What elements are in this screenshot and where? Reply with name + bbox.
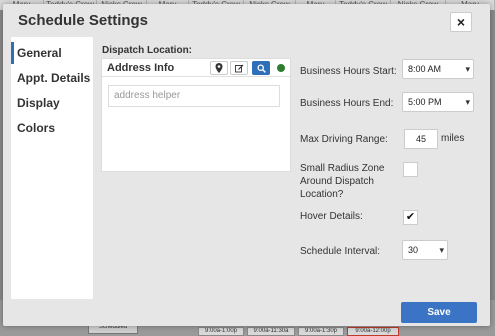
settings-sidebar: General Appt. Details Display Colors (11, 37, 93, 299)
dispatch-location-label: Dispatch Location: (102, 45, 193, 56)
schedule-settings-dialog: Schedule Settings × General Appt. Detail… (3, 4, 490, 326)
address-info-header: Address Info (102, 59, 290, 77)
address-helper-input[interactable]: address helper (108, 85, 280, 107)
map-pin-button[interactable] (210, 61, 228, 75)
business-hours-end-select[interactable]: 5:00 PM ▾ (402, 92, 474, 112)
business-hours-end-label: Business Hours End: (300, 98, 394, 109)
business-hours-end-value: 5:00 PM (408, 97, 442, 107)
max-driving-range-input[interactable]: 45 (404, 129, 438, 149)
schedule-interval-select[interactable]: 30 ▾ (402, 240, 448, 260)
edit-address-button[interactable] (230, 61, 248, 75)
sidebar-item-display[interactable]: Display (11, 92, 93, 114)
checkmark-icon: ✔ (405, 211, 416, 223)
business-hours-start-select[interactable]: 8:00 AM ▾ (402, 59, 474, 79)
sidebar-item-general[interactable]: General (11, 42, 93, 64)
map-pin-icon (215, 63, 223, 73)
chevron-down-icon: ▾ (439, 245, 444, 255)
dialog-title: Schedule Settings (18, 12, 149, 29)
chevron-down-icon: ▾ (465, 64, 470, 74)
calendar-slot[interactable]: 9:00a-1:30p (298, 327, 344, 336)
schedule-interval-label: Schedule Interval: (300, 246, 381, 257)
save-button[interactable]: Save (401, 302, 477, 323)
hover-details-label: Hover Details: (300, 211, 363, 222)
chevron-down-icon: ▾ (465, 97, 470, 107)
hover-details-checkbox[interactable]: ✔ (403, 210, 418, 225)
max-driving-range-label: Max Driving Range: (300, 134, 388, 145)
sidebar-item-colors[interactable]: Colors (11, 117, 93, 139)
schedule-interval-value: 30 (408, 245, 419, 255)
small-radius-zone-label: Small Radius Zone Around Dispatch Locati… (300, 163, 385, 200)
address-info-panel: Address Info address helper (101, 58, 291, 172)
calendar-slot[interactable]: 9:00a-11:30a (247, 327, 295, 336)
search-address-button[interactable] (252, 61, 270, 75)
calendar-slot[interactable]: 9:00a-12:00p (347, 327, 399, 336)
close-button[interactable]: × (450, 12, 472, 32)
sidebar-item-appt-details[interactable]: Appt. Details (11, 67, 93, 89)
dialog-header: Schedule Settings × (3, 4, 490, 36)
location-status-indicator (277, 64, 285, 72)
address-info-title: Address Info (107, 62, 175, 74)
max-driving-range-unit: miles (441, 133, 465, 144)
business-hours-start-value: 8:00 AM (408, 64, 442, 74)
business-hours-start-label: Business Hours Start: (300, 66, 397, 77)
close-icon: × (456, 14, 466, 30)
small-radius-zone-checkbox[interactable] (403, 162, 418, 177)
calendar-slot[interactable]: 9:00a-1:00p (198, 327, 244, 336)
search-icon (256, 64, 266, 73)
edit-icon (234, 64, 243, 73)
